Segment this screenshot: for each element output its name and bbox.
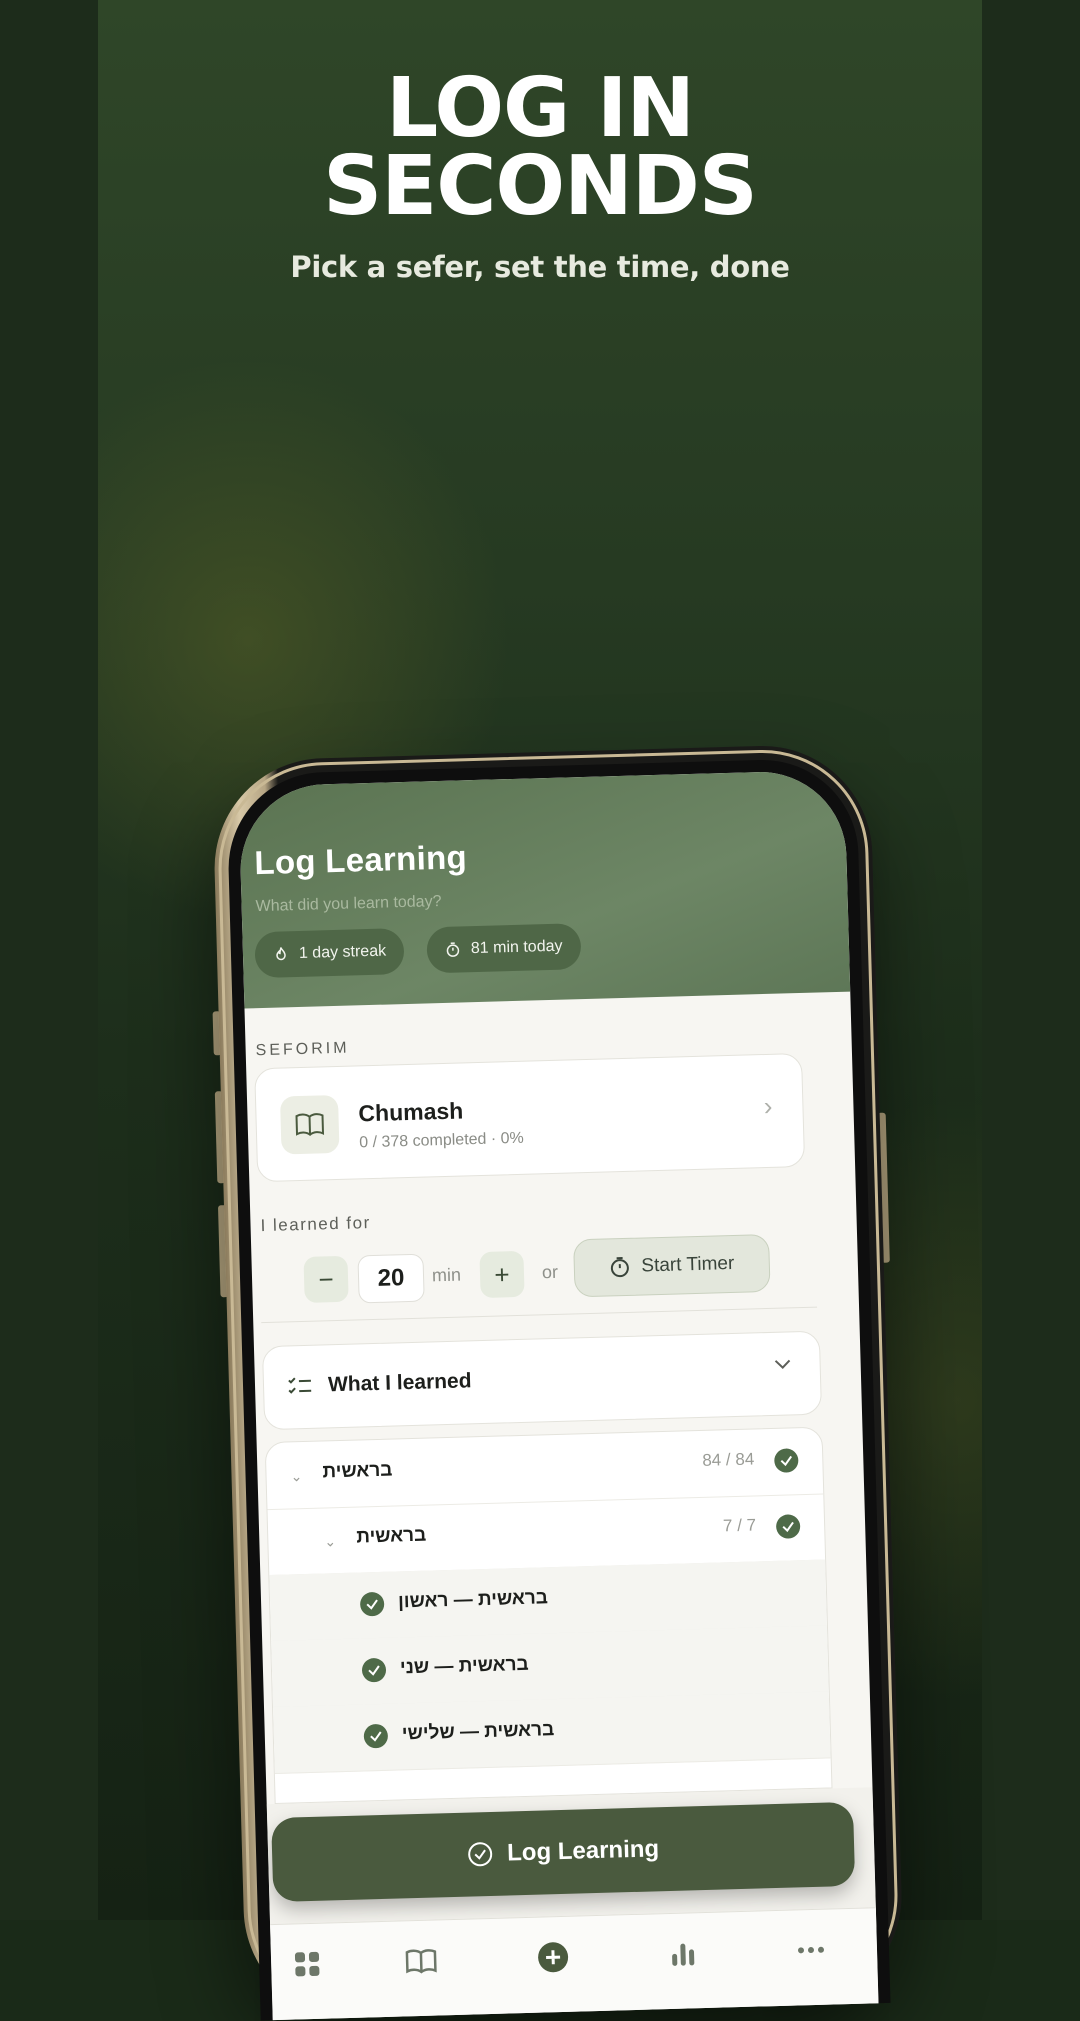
checklist-icon	[288, 1377, 312, 1394]
tree-item-name: בראשית	[322, 1459, 393, 1483]
plus-circle-icon[interactable]	[533, 1937, 574, 1978]
sefer-progress: 0 / 378 completed · 0%	[359, 1129, 525, 1152]
tree-item-count: 84 / 84	[702, 1449, 755, 1470]
chevron-down-icon	[774, 1359, 791, 1370]
promo-headline: LOG IN SECONDS	[0, 68, 1080, 228]
chevron-down-icon[interactable]: ⌄	[324, 1533, 336, 1550]
app-header: Log Learning What did you learn today? 1…	[238, 769, 851, 1009]
grid-icon[interactable]	[287, 1944, 328, 1985]
flame-icon	[276, 947, 286, 961]
minutes-unit: min	[431, 1264, 462, 1286]
streak-chip: 1 day streak	[254, 928, 405, 979]
bottom-tab-bar	[270, 1907, 879, 2021]
tree-item-name: בראשית — שלישי	[401, 1719, 555, 1745]
today-minutes-chip: 81 min today	[426, 923, 582, 974]
start-timer-button[interactable]: Start Timer	[573, 1233, 771, 1298]
minutes-input[interactable]: 20	[357, 1253, 425, 1304]
phone-mockup: Log Learning What did you learn today? 1…	[211, 742, 905, 2021]
promo-subheadline: Pick a sefer, set the time, done	[290, 250, 790, 284]
streak-text: 1 day streak	[298, 942, 387, 962]
today-minutes-text: 81 min today	[470, 937, 563, 958]
chevron-down-icon[interactable]: ⌄	[290, 1468, 302, 1485]
tree-item-name: בראשית — שני	[399, 1653, 529, 1679]
what-learned-label: What I learned	[327, 1369, 472, 1397]
left-backdrop	[0, 0, 98, 1920]
tree-item-name: בראשית — ראשון	[397, 1587, 549, 1613]
sefer-card[interactable]: Chumash 0 / 378 completed · 0% ›	[254, 1052, 806, 1183]
learned-for-label: I learned for	[260, 1213, 372, 1236]
right-backdrop	[982, 0, 1080, 1920]
section-divider	[261, 1306, 818, 1324]
check-circle-icon[interactable]	[775, 1514, 801, 1539]
timer-icon	[610, 1257, 629, 1278]
open-book-icon	[279, 1094, 340, 1155]
headline-line-2: SECONDS	[323, 139, 758, 234]
tree-item-count: 7 / 7	[722, 1515, 757, 1536]
log-learning-button[interactable]: Log Learning	[271, 1801, 856, 1903]
increment-button[interactable]: +	[479, 1250, 525, 1299]
check-circle-outline-icon	[468, 1842, 493, 1867]
chevron-right-icon: ›	[763, 1090, 773, 1122]
decrement-button[interactable]: −	[303, 1255, 349, 1303]
book-icon[interactable]	[401, 1940, 442, 1981]
screen-title: Log Learning	[253, 838, 468, 882]
start-timer-label: Start Timer	[641, 1252, 735, 1277]
what-learned-dropdown[interactable]: What I learned	[261, 1330, 823, 1431]
or-label: or	[541, 1261, 559, 1283]
tree-row[interactable]: בראשית — שלישי	[273, 1691, 831, 1774]
more-icon[interactable]	[790, 1930, 831, 1971]
check-circle-icon[interactable]	[773, 1448, 799, 1473]
sefer-name: Chumash	[358, 1097, 464, 1127]
stopwatch-icon	[446, 942, 460, 957]
app-screen: Log Learning What did you learn today? 1…	[238, 769, 879, 2021]
learning-tree: ⌄ בראשית 84 / 84 ⌄ בראשית 7 / 7 בראשית —…	[264, 1426, 833, 1804]
log-learning-label: Log Learning	[506, 1835, 660, 1867]
check-circle-icon[interactable]	[359, 1591, 385, 1617]
check-circle-icon[interactable]	[363, 1723, 389, 1749]
screen-subtitle: What did you learn today?	[255, 892, 442, 916]
check-circle-icon[interactable]	[361, 1657, 387, 1683]
tree-item-name: בראשית	[355, 1524, 427, 1548]
seforim-section-label: SEFORIM	[255, 1039, 350, 1060]
bar-chart-icon[interactable]	[662, 1933, 703, 1974]
